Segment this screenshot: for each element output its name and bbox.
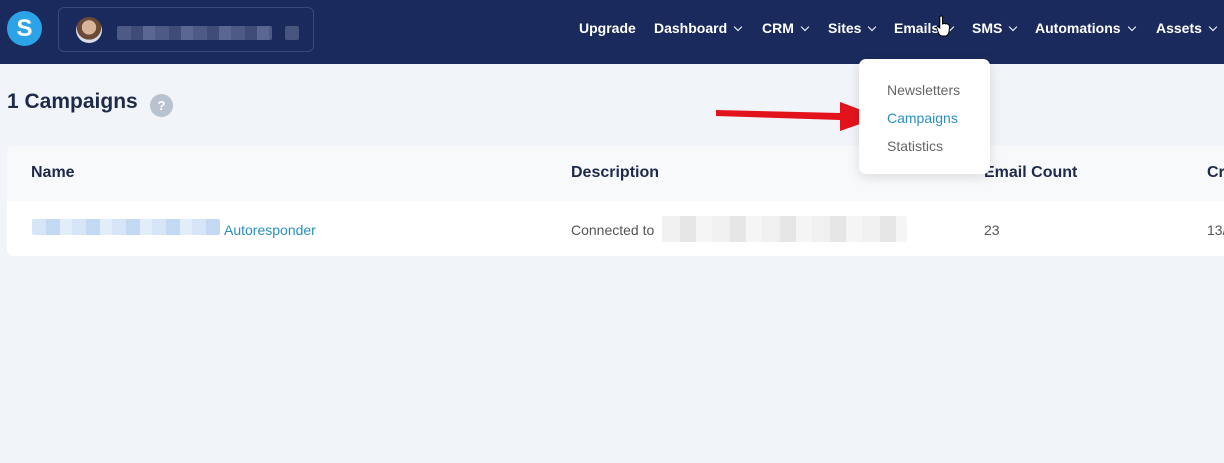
chevron-down-icon — [1009, 22, 1018, 32]
nav-sites[interactable]: Sites — [828, 20, 877, 36]
menu-item-campaigns[interactable]: Campaigns — [887, 110, 958, 126]
logo-icon[interactable]: S — [7, 11, 42, 46]
campaign-description: Connected to — [571, 222, 655, 238]
nav-crm[interactable]: CRM — [762, 20, 810, 36]
hand-cursor-icon — [936, 15, 950, 37]
menu-item-newsletters[interactable]: Newsletters — [887, 82, 960, 98]
table-header: Name Description Email Count Cr — [7, 146, 1224, 201]
chevron-down-icon — [800, 22, 810, 32]
nav-sms[interactable]: SMS — [972, 20, 1018, 36]
campaign-name-redacted — [32, 219, 220, 235]
help-icon[interactable]: ? — [150, 94, 173, 117]
column-description[interactable]: Description — [571, 164, 659, 182]
avatar — [76, 17, 102, 43]
nav-upgrade[interactable]: Upgrade — [579, 20, 636, 36]
description-redacted — [662, 216, 907, 242]
account-name-redacted — [117, 26, 272, 40]
column-email-count[interactable]: Email Count — [984, 164, 1077, 182]
campaigns-table: Name Description Email Count Cr Autoresp… — [7, 146, 1224, 256]
account-switcher[interactable] — [58, 7, 314, 52]
page-title: 1 Campaigns — [7, 90, 138, 113]
chevron-down-icon — [868, 22, 877, 32]
nav-assets[interactable]: Assets — [1156, 20, 1218, 36]
chevron-down-icon — [733, 22, 743, 32]
chevron-down-icon — [1208, 22, 1218, 32]
campaign-created: 13/ — [1207, 222, 1224, 238]
nav-automations[interactable]: Automations — [1035, 20, 1136, 36]
nav-dashboard[interactable]: Dashboard — [654, 20, 743, 36]
column-name[interactable]: Name — [31, 164, 75, 182]
campaign-name-link[interactable]: Autoresponder — [224, 222, 316, 238]
emails-dropdown-menu: Newsletters Campaigns Statistics — [859, 59, 990, 174]
top-navbar: S Upgrade Dashboard CRM Sites Emails SMS… — [0, 0, 1224, 64]
campaign-email-count: 23 — [984, 222, 1000, 238]
account-extra-redacted — [285, 26, 299, 40]
menu-item-statistics[interactable]: Statistics — [887, 138, 943, 154]
chevron-down-icon — [1127, 22, 1136, 32]
arrow-annotation — [716, 102, 880, 131]
column-created[interactable]: Cr — [1207, 164, 1224, 182]
